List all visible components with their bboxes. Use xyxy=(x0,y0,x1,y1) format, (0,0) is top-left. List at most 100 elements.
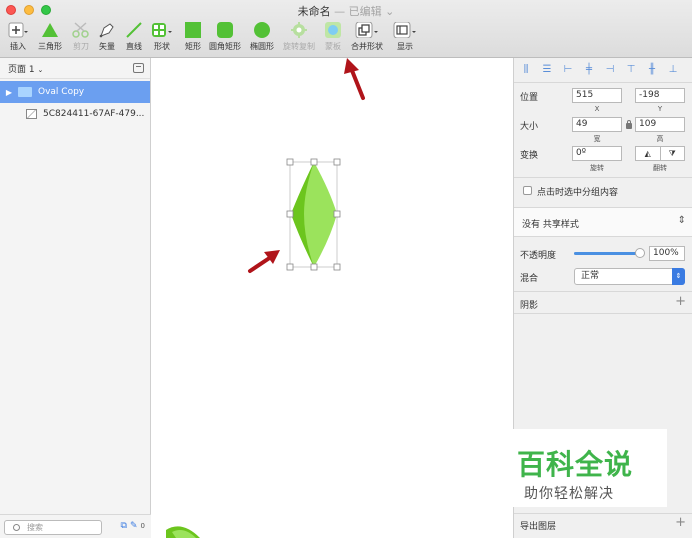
blend-mode-select[interactable]: 正常 ⇕ xyxy=(574,268,685,285)
mask-button[interactable]: 蒙板 xyxy=(324,20,342,56)
divider xyxy=(514,513,692,514)
resize-handle[interactable] xyxy=(310,263,318,271)
vector-label: 矢量 xyxy=(99,42,115,51)
x-position-field[interactable]: 515 xyxy=(572,88,622,103)
rectangle-icon xyxy=(184,20,202,40)
folder-icon xyxy=(18,87,32,97)
size-label: 大小 xyxy=(520,122,539,132)
shapes-button[interactable]: 形状 xyxy=(151,20,173,56)
combine-shapes-button[interactable]: 合并形状 xyxy=(351,20,383,56)
mask-label: 蒙板 xyxy=(325,42,341,51)
insert-button[interactable]: 插入 xyxy=(8,20,28,56)
triangle-icon xyxy=(41,20,59,40)
scissors-icon xyxy=(72,20,90,40)
vector-button[interactable]: 矢量 xyxy=(98,20,116,56)
height-field[interactable]: 109 xyxy=(635,117,685,132)
layers-sidebar: 页面 1 ⌄ ▶ Oval Copy 5C824411-67AF-479... … xyxy=(0,58,151,538)
rotate-copy-button[interactable]: 旋转复制 xyxy=(283,20,315,56)
canvas[interactable] xyxy=(152,58,513,538)
resize-handle[interactable] xyxy=(310,158,318,166)
resize-handle[interactable] xyxy=(286,158,294,166)
flip-vertical-button[interactable]: ⧩ xyxy=(659,147,685,160)
width-label: 宽 xyxy=(593,135,601,143)
annotation-arrow xyxy=(248,250,280,273)
shapes-icon xyxy=(151,20,173,40)
select-stepper-icon: ⇕ xyxy=(672,268,685,285)
align-left-icon[interactable]: ⊢ xyxy=(562,64,574,76)
rounded-rectangle-icon xyxy=(216,20,234,40)
add-shadow-icon[interactable]: + xyxy=(675,294,686,309)
blend-mode-value: 正常 xyxy=(581,271,600,281)
slider-knob[interactable] xyxy=(635,248,645,258)
up-down-chevron-icon: ⇕ xyxy=(677,215,686,226)
shared-style-selector[interactable]: 没有 共享样式 ⇕ xyxy=(514,207,692,237)
filter-count: 0 xyxy=(140,522,145,530)
window-toolbar: 未命名 — 已编辑 ⌄ 插入 三角形 剪刀 矢量 直线 形状 矩形 圆角矩形 椭… xyxy=(0,0,692,58)
group-click-checkbox[interactable] xyxy=(523,186,532,195)
distribute-vertical-icon[interactable]: ☰ xyxy=(541,64,553,76)
align-bottom-icon[interactable]: ⊥ xyxy=(667,64,679,76)
resize-handle[interactable] xyxy=(333,158,341,166)
resize-handle[interactable] xyxy=(286,210,294,218)
page-selector[interactable]: 页面 1 ⌄ xyxy=(0,58,150,79)
view-label: 显示 xyxy=(397,42,413,51)
oval-icon xyxy=(253,20,271,40)
pen-icon xyxy=(98,20,116,40)
resize-handle[interactable] xyxy=(333,263,341,271)
sidebar-footer: 搜索 ⧉ ✎ 0 xyxy=(0,514,151,538)
y-position-field[interactable]: -198 xyxy=(635,88,685,103)
layer-filter-icon[interactable]: ⧉ xyxy=(121,521,127,531)
oval-button[interactable]: 椭圆形 xyxy=(250,20,274,56)
shapes-label: 形状 xyxy=(154,42,170,51)
document-status[interactable]: 已编辑 xyxy=(349,5,382,18)
image-layer-icon xyxy=(26,109,37,119)
resize-handle[interactable] xyxy=(286,263,294,271)
line-label: 直线 xyxy=(126,42,142,51)
layer-search-input[interactable]: 搜索 xyxy=(4,520,102,535)
combine-shapes-label: 合并形状 xyxy=(351,42,383,51)
watermark-title: 百科全说 xyxy=(517,448,634,481)
toggle-pages-icon[interactable] xyxy=(133,63,144,73)
rotate-copy-icon xyxy=(290,20,308,40)
width-field[interactable]: 49 xyxy=(572,117,622,132)
line-button[interactable]: 直线 xyxy=(125,20,143,56)
divider xyxy=(514,313,692,314)
distribute-horizontal-icon[interactable]: ⫼ xyxy=(520,64,532,76)
divider xyxy=(514,177,692,178)
group-click-label: 点击时选中分组内容 xyxy=(537,188,619,198)
align-middle-icon[interactable]: ╫ xyxy=(646,64,658,76)
divider xyxy=(514,291,692,292)
line-icon xyxy=(125,20,143,40)
rotate-copy-label: 旋转复制 xyxy=(283,42,315,51)
triangle-button[interactable]: 三角形 xyxy=(38,20,62,56)
watermark-subtitle: 助你轻松解决 xyxy=(524,486,614,502)
rectangle-button[interactable]: 矩形 xyxy=(184,20,202,56)
annotation-arrow xyxy=(344,58,365,100)
rounded-rectangle-label: 圆角矩形 xyxy=(209,42,241,51)
rotation-field[interactable]: 0º xyxy=(572,146,622,161)
add-export-icon[interactable]: + xyxy=(675,515,686,530)
align-center-icon[interactable]: ╪ xyxy=(583,64,595,76)
partial-leaf-shape[interactable] xyxy=(166,526,200,538)
disclosure-triangle-icon[interactable]: ▶ xyxy=(0,88,18,97)
align-top-icon[interactable]: ⊤ xyxy=(625,64,637,76)
flip-horizontal-button[interactable]: ◭ xyxy=(636,147,660,160)
search-icon xyxy=(13,524,20,531)
view-icon xyxy=(393,20,417,40)
position-label: 位置 xyxy=(520,93,539,103)
layer-row[interactable]: 5C824411-67AF-479... xyxy=(0,103,150,125)
oval-copy-shape[interactable] xyxy=(291,162,337,267)
view-button[interactable]: 显示 xyxy=(393,20,417,56)
resize-handle[interactable] xyxy=(333,210,341,218)
scissors-button[interactable]: 剪刀 xyxy=(72,20,90,56)
document-name: 未命名 xyxy=(297,5,331,18)
layer-row[interactable]: ▶ Oval Copy xyxy=(0,81,150,103)
opacity-field[interactable]: 100% xyxy=(649,246,685,261)
lock-icon[interactable] xyxy=(626,120,632,129)
watermark: 百科全说 助你轻松解决 xyxy=(513,429,667,507)
flip-label: 翻转 xyxy=(653,164,667,172)
layer-name: 5C824411-67AF-479... xyxy=(43,109,145,119)
align-right-icon[interactable]: ⊣ xyxy=(604,64,616,76)
rounded-rectangle-button[interactable]: 圆角矩形 xyxy=(209,20,241,56)
brush-icon[interactable]: ✎ xyxy=(130,521,138,531)
